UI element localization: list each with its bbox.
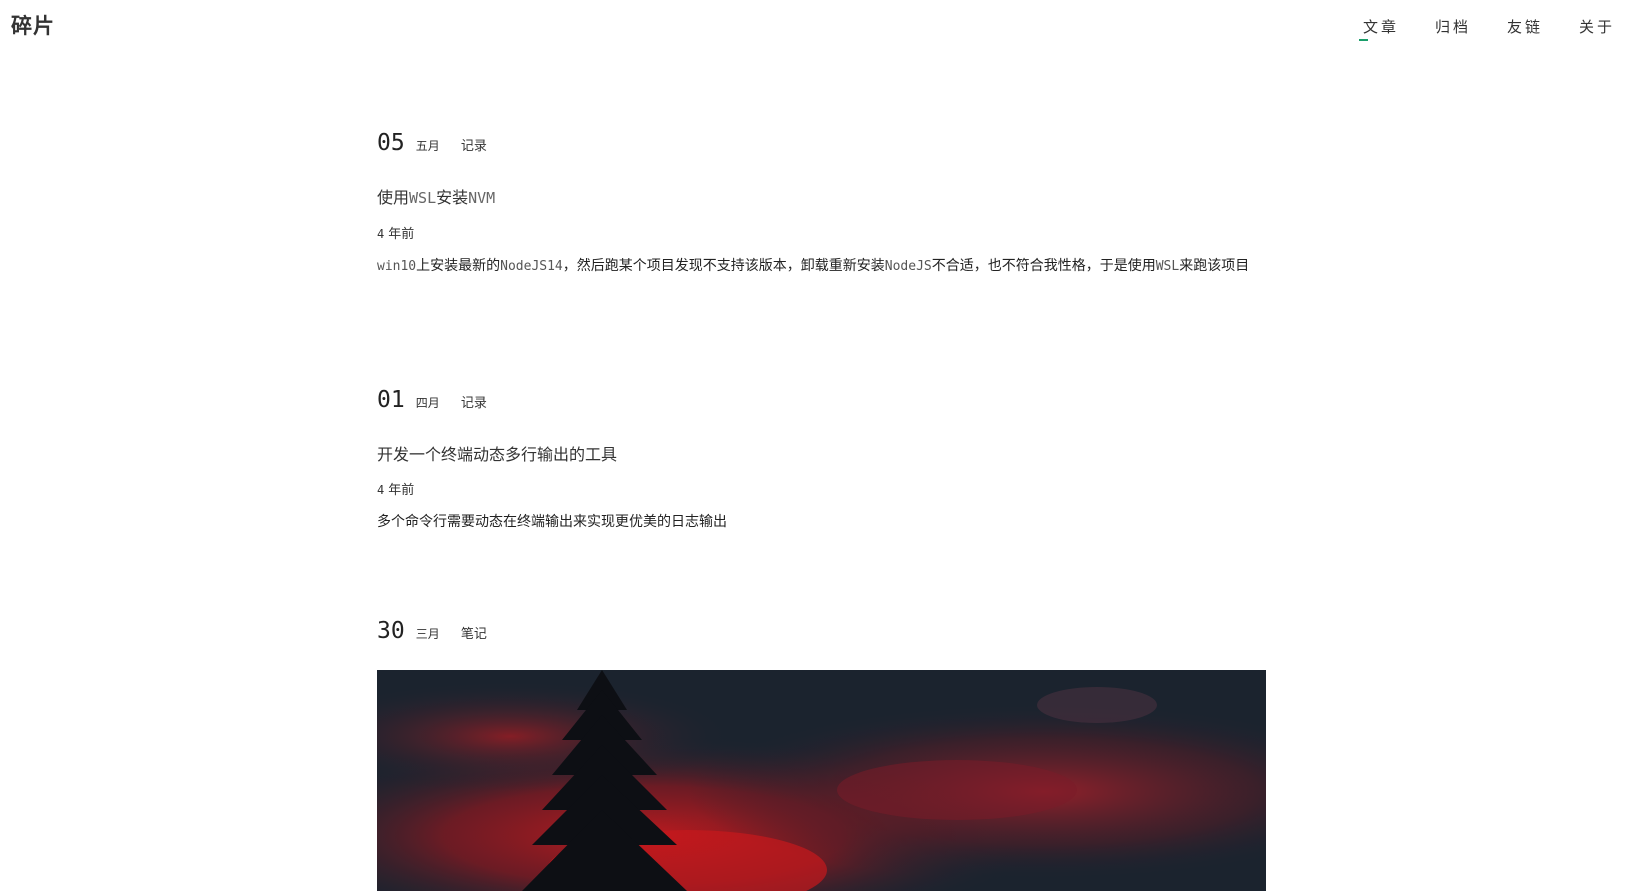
nav-item-articles[interactable]: 文章 <box>1363 16 1399 37</box>
post-title-part: WSL <box>409 189 437 207</box>
excerpt-part: 上安装最新的 <box>416 258 501 274</box>
post-title-part: 使用 <box>377 188 410 207</box>
nav-item-about[interactable]: 关于 <box>1579 16 1615 37</box>
post-category[interactable]: 记录 <box>461 135 487 154</box>
excerpt-part: NodeJS14 <box>500 259 563 274</box>
post-day: 30 <box>377 618 405 644</box>
post-cover-image[interactable] <box>377 670 1266 891</box>
post-age-unit: 年前 <box>388 483 415 498</box>
post-relative-time: 4 年前 <box>377 223 414 242</box>
nav-item-archive[interactable]: 归档 <box>1435 16 1471 37</box>
excerpt-part: 来跑该项目 <box>1179 258 1250 274</box>
nav-item-links[interactable]: 友链 <box>1507 16 1543 37</box>
site-logo[interactable]: 碎片 <box>11 10 55 40</box>
post-title-part: 安装 <box>436 188 469 207</box>
main-nav: 文章 归档 友链 关于 <box>1352 16 1652 46</box>
post-age-number: 4 <box>377 483 385 497</box>
post-title[interactable]: 使用WSL安装NVM <box>377 184 495 208</box>
post-date-line: 01 四月 记录 <box>377 387 487 417</box>
site-header: 碎片 文章 归档 友链 关于 <box>0 0 1652 60</box>
excerpt-part: win10 <box>377 259 417 274</box>
post-category[interactable]: 笔记 <box>461 623 487 642</box>
post-excerpt: 多个命令行需要动态在终端输出来实现更优美的日志输出 <box>377 514 727 530</box>
post-age-number: 4 <box>377 227 385 241</box>
post-day: 05 <box>377 130 405 156</box>
post-month: 三月 <box>415 627 440 641</box>
post-month: 四月 <box>415 396 440 410</box>
post-age-unit: 年前 <box>388 227 415 242</box>
excerpt-part: WSL <box>1155 259 1180 274</box>
post-date-line: 05 五月 记录 <box>377 130 487 160</box>
red-sky-tree-photo <box>377 670 1266 891</box>
excerpt-part: NodeJS <box>884 259 932 274</box>
post-month: 五月 <box>415 139 440 153</box>
post-title[interactable]: 开发一个终端动态多行输出的工具 <box>377 441 617 465</box>
post-relative-time: 4 年前 <box>377 479 414 498</box>
post-date-line: 30 三月 笔记 <box>377 618 487 648</box>
post-excerpt: win10上安装最新的NodeJS14，然后跑某个项目发现不支持该版本，卸载重新… <box>377 254 1267 279</box>
post-category[interactable]: 记录 <box>461 392 487 411</box>
post-day: 01 <box>377 387 405 413</box>
nav-active-indicator <box>1359 39 1368 41</box>
excerpt-part: ，然后跑某个项目发现不支持该版本，卸载重新安装 <box>562 258 885 274</box>
post-title-part: NVM <box>468 189 496 207</box>
excerpt-part: 不合适，也不符合我性格，于是使用 <box>931 258 1156 274</box>
